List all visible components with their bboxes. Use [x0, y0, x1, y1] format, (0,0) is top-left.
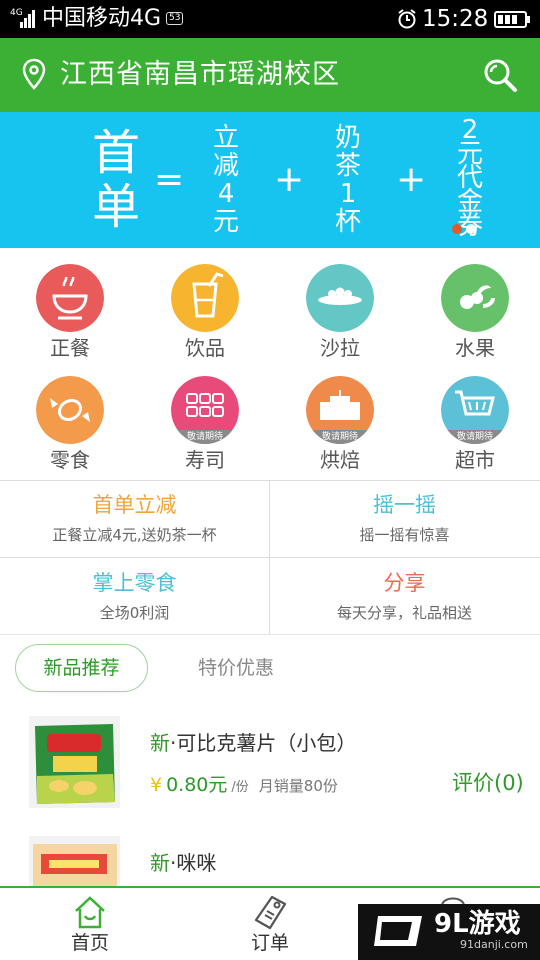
category-supermarket[interactable]: 敬请期待 超市	[420, 376, 530, 486]
coming-soon-ribbon: 敬请期待	[171, 430, 239, 444]
battery-icon	[494, 11, 530, 28]
product-name[interactable]: 新·咪咪	[150, 848, 216, 878]
yen-icon: ¥	[150, 774, 163, 796]
signal-icon	[20, 10, 35, 28]
tab-new-products[interactable]: 新品推荐	[15, 644, 148, 692]
category-label: 超市	[455, 448, 495, 472]
carrier-name: 中国移动4G	[42, 6, 162, 31]
carousel-dot[interactable]	[466, 224, 476, 234]
promo-title: 摇一摇	[373, 493, 436, 517]
nav-label: 订单	[250, 932, 289, 954]
app-screen: 4G 中国移动4G 53 15:28 江西省南昌市瑶湖校区 首单 = 立 减 4…	[0, 0, 540, 960]
nav-home[interactable]: 首页	[40, 888, 140, 960]
sushi-icon: 敬请期待	[171, 376, 239, 444]
category-fruit[interactable]: 水果	[420, 264, 530, 374]
cake-icon: 敬请期待	[306, 376, 374, 444]
search-icon[interactable]	[482, 57, 518, 93]
banner-first-order: 首单	[91, 125, 140, 235]
category-label: 零食	[50, 448, 90, 472]
review-link[interactable]: 评价(0)	[452, 767, 524, 799]
category-label: 烘焙	[320, 448, 360, 472]
promo-title: 分享	[383, 571, 426, 595]
product-image[interactable]	[29, 716, 120, 808]
promo-subtitle: 每天分享，礼品相送	[336, 604, 472, 622]
location-header: 江西省南昌市瑶湖校区	[0, 38, 540, 112]
banner-item-discount: 立 减 4 元	[212, 123, 239, 237]
coming-soon-ribbon: 敬请期待	[441, 430, 509, 444]
carousel-dot-active[interactable]	[452, 224, 462, 234]
candy-icon	[36, 376, 104, 444]
product-price-row: ¥0.80元/份 月销量80份	[150, 770, 338, 800]
product-name[interactable]: 新·可比克薯片（小包）	[150, 728, 356, 758]
fruit-icon	[441, 264, 509, 332]
location-pin-icon[interactable]	[22, 58, 46, 90]
alarm-clock-icon	[398, 9, 416, 29]
banner-item-milktea: 奶 茶 1 杯	[334, 123, 361, 237]
category-meal[interactable]: 正餐	[15, 264, 125, 374]
banner-item-voucher: 2 元 代 金 券	[456, 115, 483, 239]
banner-plus: +	[274, 159, 305, 200]
category-drinks[interactable]: 饮品	[150, 264, 260, 374]
tag-icon	[254, 895, 287, 930]
promo-subtitle: 摇一摇有惊喜	[359, 526, 450, 544]
new-tag: 新	[150, 851, 170, 875]
home-icon	[75, 896, 105, 929]
banner-equals: =	[154, 159, 185, 200]
tab-special-offers[interactable]: 特价优惠	[176, 644, 296, 692]
promo-title: 首单立减	[92, 493, 177, 517]
salad-icon	[306, 264, 374, 332]
product-price: 0.80元	[166, 774, 228, 796]
watermark-logo	[374, 916, 422, 946]
category-label: 正餐	[50, 336, 90, 360]
promo-grid: 首单立减 正餐立减4元,送奶茶一杯 摇一摇 摇一摇有惊喜 掌上零食 全场0利润 …	[0, 480, 540, 634]
category-snacks[interactable]: 零食	[15, 376, 125, 486]
category-label: 沙拉	[320, 336, 360, 360]
product-image[interactable]	[29, 836, 120, 886]
nav-orders[interactable]: 订单	[220, 888, 320, 960]
status-bar: 4G 中国移动4G 53 15:28	[0, 0, 540, 38]
banner-plus: +	[396, 159, 427, 200]
promo-title: 掌上零食	[92, 571, 177, 595]
promo-subtitle: 正餐立减4元,送奶茶一杯	[52, 526, 217, 544]
coming-soon-ribbon: 敬请期待	[306, 430, 374, 444]
divider	[0, 634, 540, 635]
promo-subtitle: 全场0利润	[99, 604, 170, 622]
watermark-url: 91danji.com	[460, 938, 528, 951]
cart-icon: 敬请期待	[441, 376, 509, 444]
promo-share[interactable]: 分享 每天分享，礼品相送	[270, 558, 539, 634]
new-tag: 新	[150, 731, 170, 755]
category-sushi[interactable]: 敬请期待 寿司	[150, 376, 260, 486]
category-label: 水果	[455, 336, 495, 360]
category-label: 寿司	[185, 448, 225, 472]
drink-icon	[171, 264, 239, 332]
location-selector[interactable]: 江西省南昌市瑶湖校区	[60, 56, 340, 94]
bowl-icon	[36, 264, 104, 332]
watermark-text: 9L游戏	[434, 909, 521, 939]
promo-snacks[interactable]: 掌上零食 全场0利润	[0, 558, 269, 634]
price-unit: /份	[231, 780, 249, 795]
category-salad[interactable]: 沙拉	[285, 264, 395, 374]
category-label: 饮品	[185, 336, 225, 360]
sim-badge: 53	[166, 12, 184, 25]
nav-label: 首页	[70, 932, 109, 954]
promo-shake[interactable]: 摇一摇 摇一摇有惊喜	[270, 480, 539, 556]
monthly-sales: 月销量80份	[258, 777, 338, 795]
clock-time: 15:28	[422, 6, 489, 32]
category-bakery[interactable]: 敬请期待 烘焙	[285, 376, 395, 486]
promo-first-order[interactable]: 首单立减 正餐立减4元,送奶茶一杯	[0, 480, 269, 556]
